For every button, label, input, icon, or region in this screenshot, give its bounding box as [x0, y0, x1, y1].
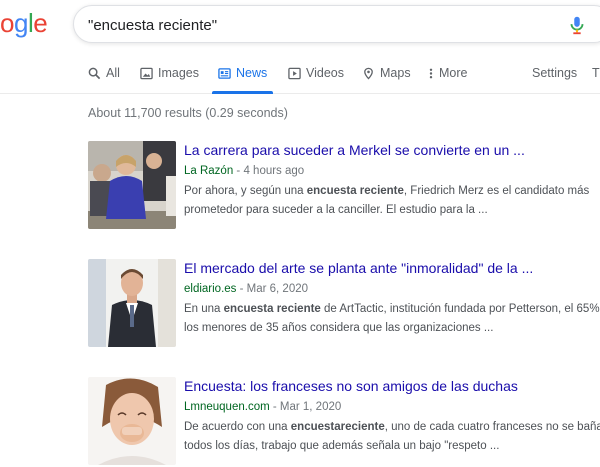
result-thumbnail[interactable]: [88, 141, 176, 229]
result-snippet-line2: todos los días, trabajo que además señal…: [184, 440, 500, 452]
tab-videos[interactable]: Videos: [288, 66, 344, 94]
tab-tools-label: T: [592, 66, 600, 80]
vertical-dots-icon: [429, 68, 433, 79]
logo-letter-o: o: [0, 8, 14, 38]
play-icon: [288, 67, 301, 80]
logo-letter-g: g: [13, 8, 28, 38]
search-input[interactable]: [88, 14, 528, 36]
news-result: Encuesta: los franceses no son amigos de…: [88, 377, 600, 467]
result-thumbnail[interactable]: [88, 377, 176, 465]
tab-maps-label: Maps: [380, 66, 411, 80]
result-stats: About 11,700 results (0.29 seconds): [88, 106, 288, 120]
result-snippet-line2: los menores de 35 años considera que las…: [184, 322, 494, 334]
tab-more-label: More: [439, 66, 468, 80]
result-title[interactable]: El mercado del arte se planta ante "inmo…: [184, 259, 600, 277]
result-snippet: Por ahora, y según una encuesta reciente…: [184, 182, 600, 201]
result-snippet-line2: prometedor para suceder a la canciller. …: [184, 204, 488, 216]
tab-news[interactable]: News: [211, 66, 274, 94]
snippet-highlight: encuestareciente: [290, 421, 385, 433]
snippet-text: de ArtTactic, institución fundada por Pe…: [320, 303, 600, 315]
result-source: Lmneuquen.com: [184, 401, 270, 413]
result-thumbnail[interactable]: [88, 259, 176, 347]
result-source: La Razón: [184, 165, 234, 177]
location-icon: [364, 67, 373, 80]
result-snippet: De acuerdo con una encuestareciente, uno…: [184, 418, 600, 437]
tab-all[interactable]: All: [88, 66, 120, 94]
result-date: - 4 hours ago: [233, 165, 305, 177]
tab-settings-label: Settings: [532, 66, 578, 80]
snippet-highlight: encuesta reciente: [223, 303, 321, 315]
microphone-icon[interactable]: [566, 14, 588, 36]
google-logo[interactable]: ogle: [0, 8, 48, 40]
tab-all-label: All: [106, 66, 120, 80]
search-icon: [88, 67, 101, 80]
snippet-text: Por ahora, y según una: [184, 185, 307, 197]
search-box[interactable]: [73, 5, 600, 43]
tab-tools[interactable]: T: [592, 66, 600, 94]
result-source: eldiario.es: [184, 283, 237, 295]
snippet-text: , uno de cada cuatro franceses no se bañ…: [384, 421, 600, 433]
snippet-text: De acuerdo con una: [184, 421, 291, 433]
news-result: La carrera para suceder a Merkel se conv…: [88, 141, 600, 231]
image-icon: [140, 67, 153, 80]
news-result: El mercado del arte se planta ante "inmo…: [88, 259, 600, 349]
tab-maps[interactable]: Maps: [362, 66, 411, 94]
tab-news-label: News: [236, 66, 268, 80]
snippet-text: , Friedrich Merz es el candidato más: [403, 185, 590, 197]
snippet-highlight: encuesta reciente: [306, 185, 404, 197]
tab-more[interactable]: More: [428, 66, 467, 94]
logo-letter-e: e: [33, 8, 48, 38]
result-title[interactable]: La carrera para suceder a Merkel se conv…: [184, 141, 600, 159]
result-title[interactable]: Encuesta: los franceses no son amigos de…: [184, 377, 600, 395]
result-snippet: En una encuesta reciente de ArtTactic, i…: [184, 300, 600, 319]
news-icon: [218, 68, 231, 79]
search-tabs: All Images News Videos Maps More Setting…: [0, 60, 600, 94]
tab-images[interactable]: Images: [140, 66, 199, 94]
tab-videos-label: Videos: [306, 66, 344, 80]
result-date: - Mar 1, 2020: [269, 401, 342, 413]
snippet-text: En una: [184, 303, 224, 315]
tab-settings[interactable]: Settings: [532, 66, 577, 94]
tab-images-label: Images: [158, 66, 199, 80]
result-date: - Mar 6, 2020: [236, 283, 309, 295]
